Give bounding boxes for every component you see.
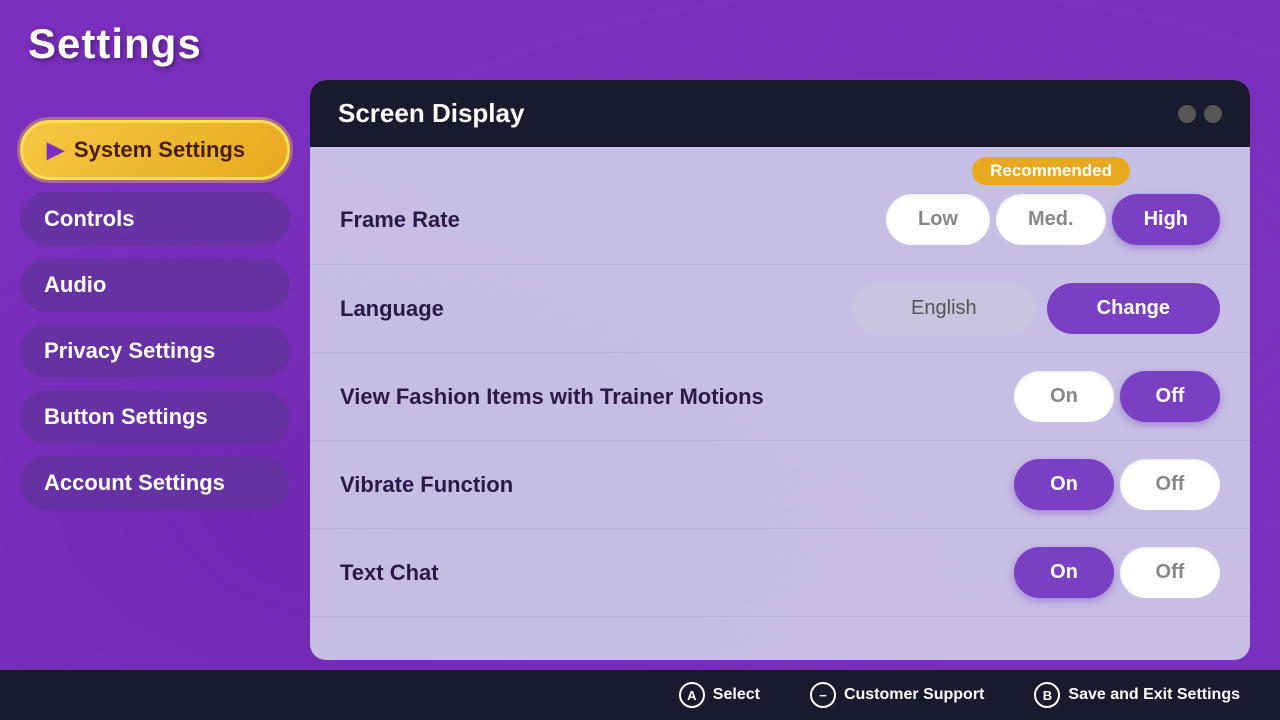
b-icon: B (1034, 682, 1060, 708)
sidebar-item-audio[interactable]: Audio (20, 258, 290, 312)
sidebar-item-button-settings[interactable]: Button Settings (20, 390, 290, 444)
a-icon: A (679, 682, 705, 708)
panel-title: Screen Display (338, 98, 524, 129)
text-chat-off-btn[interactable]: Off (1120, 547, 1220, 598)
sidebar-item-label: Audio (44, 272, 106, 298)
vibrate-on-btn[interactable]: On (1014, 459, 1114, 510)
language-change-btn[interactable]: Change (1047, 283, 1220, 334)
fashion-items-control: On Off (1014, 371, 1220, 422)
frame-rate-med-btn[interactable]: Med. (996, 194, 1106, 245)
sidebar-item-privacy-settings[interactable]: Privacy Settings (20, 324, 290, 378)
text-chat-on-btn[interactable]: On (1014, 547, 1114, 598)
text-chat-control: On Off (1014, 547, 1220, 598)
recommended-row: Recommended (310, 147, 1250, 185)
recommended-badge: Recommended (972, 157, 1130, 185)
text-chat-row: Text Chat On Off (310, 529, 1250, 617)
sidebar-item-controls[interactable]: Controls (20, 192, 290, 246)
customer-support-button[interactable]: − Customer Support (810, 682, 984, 708)
sidebar-item-label: Button Settings (44, 404, 208, 430)
language-row: Language English Change (310, 265, 1250, 353)
arrow-icon: ▶ (47, 137, 64, 163)
language-value: English (851, 283, 1037, 334)
vibrate-label: Vibrate Function (340, 472, 1014, 498)
customer-support-label: Customer Support (844, 686, 984, 704)
frame-rate-row: Frame Rate Low Med. High (310, 185, 1250, 265)
panel-header: Screen Display (310, 80, 1250, 147)
save-exit-label: Save and Exit Settings (1068, 686, 1240, 704)
panel-body: Recommended Frame Rate Low Med. High Lan… (310, 147, 1250, 660)
fashion-items-row: View Fashion Items with Trainer Motions … (310, 353, 1250, 441)
frame-rate-label: Frame Rate (340, 207, 886, 233)
sidebar-item-label: Account Settings (44, 470, 225, 496)
minus-icon: − (810, 682, 836, 708)
sidebar-item-label: Controls (44, 206, 134, 232)
select-button[interactable]: A Select (679, 682, 760, 708)
sidebar: ▶ System Settings Controls Audio Privacy… (20, 20, 290, 660)
sidebar-item-account-settings[interactable]: Account Settings (20, 456, 290, 510)
frame-rate-control: Low Med. High (886, 194, 1220, 245)
vibrate-row: Vibrate Function On Off (310, 441, 1250, 529)
frame-rate-low-btn[interactable]: Low (886, 194, 990, 245)
panel-dot-2 (1204, 105, 1222, 123)
fashion-off-btn[interactable]: Off (1120, 371, 1220, 422)
vibrate-control: On Off (1014, 459, 1220, 510)
vibrate-off-btn[interactable]: Off (1120, 459, 1220, 510)
language-control: English Change (851, 283, 1220, 334)
page-title: Settings (28, 20, 202, 68)
sidebar-item-label: Privacy Settings (44, 338, 215, 364)
frame-rate-high-btn[interactable]: High (1112, 194, 1220, 245)
bottom-bar: A Select − Customer Support B Save and E… (0, 670, 1280, 720)
sidebar-item-system-settings[interactable]: ▶ System Settings (20, 120, 290, 180)
fashion-on-btn[interactable]: On (1014, 371, 1114, 422)
panel-header-icons (1178, 105, 1222, 123)
sidebar-item-label: System Settings (74, 137, 245, 163)
panel-dot-1 (1178, 105, 1196, 123)
select-label: Select (713, 686, 760, 704)
text-chat-label: Text Chat (340, 560, 1014, 586)
content-area: Settings ▶ System Settings Controls Audi… (0, 0, 1280, 670)
fashion-items-label: View Fashion Items with Trainer Motions (340, 384, 1014, 410)
language-label: Language (340, 296, 851, 322)
main-panel: Screen Display Recommended Frame Rate Lo… (310, 80, 1250, 660)
main-layout: Settings ▶ System Settings Controls Audi… (0, 0, 1280, 720)
save-exit-button[interactable]: B Save and Exit Settings (1034, 682, 1240, 708)
